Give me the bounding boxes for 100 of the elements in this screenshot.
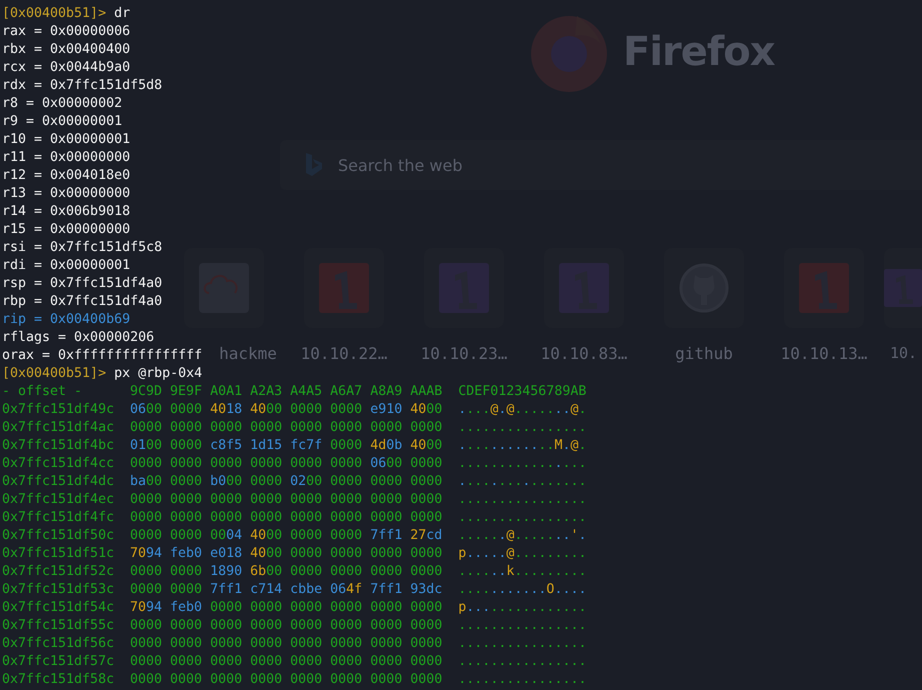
hex-word: 0000	[250, 635, 282, 653]
hex-word: 0000	[210, 653, 242, 671]
column-header: A6A7	[330, 383, 362, 401]
ascii-text: ................	[458, 653, 586, 671]
register-line: rax = 0x00000006	[2, 23, 130, 41]
offset-address: 0x7ffc151df54c	[2, 599, 114, 617]
hex-word: 0000	[330, 509, 362, 527]
hex-word: 0000	[170, 635, 202, 653]
hex-word: 0000	[410, 419, 442, 437]
hex-word: 0000	[250, 419, 282, 437]
hex-word: 0000	[250, 491, 282, 509]
hex-word: 0600	[130, 401, 162, 419]
hex-word: 0000	[170, 617, 202, 635]
hex-word: 0000	[370, 671, 402, 689]
shortcut-label[interactable]: 10.10.22…	[300, 344, 388, 363]
hex-word: 0000	[370, 617, 402, 635]
column-header: 9C9D	[130, 383, 162, 401]
shortcut-label[interactable]: 10.10.83…	[540, 344, 628, 363]
ascii-text: ................	[458, 491, 586, 509]
hex-word: 0000	[210, 491, 242, 509]
hex-word: 0000	[290, 455, 322, 473]
hex-word: 0000	[210, 617, 242, 635]
offset-address: 0x7ffc151df50c	[2, 527, 114, 545]
register-line: r12 = 0x004018e0	[2, 167, 130, 185]
hex-word: 0000	[250, 473, 282, 491]
shortcut-label[interactable]: hackme	[219, 344, 277, 363]
hex-word: c714	[250, 581, 282, 599]
ascii-text: ....@.@.......@.	[458, 401, 586, 419]
column-header: A0A1	[210, 383, 242, 401]
hex-word: 1d15	[250, 437, 282, 455]
register-line: rdx = 0x7ffc151df5d8	[2, 77, 162, 95]
ascii-text: ......@.......'.	[458, 527, 586, 545]
offset-address: 0x7ffc151df4dc	[2, 473, 114, 491]
hex-word: 0000	[370, 599, 402, 617]
ascii-text: ................	[458, 617, 586, 635]
hex-word: 0000	[290, 599, 322, 617]
hex-word: 0000	[330, 599, 362, 617]
register-line: rflags = 0x00000206	[2, 329, 154, 347]
hex-word: 0000	[170, 419, 202, 437]
hex-word: 0200	[290, 473, 322, 491]
hex-word: 0000	[170, 509, 202, 527]
hex-word: 0000	[330, 491, 362, 509]
hex-word: 0000	[330, 671, 362, 689]
hex-word: 0000	[290, 671, 322, 689]
column-header: A2A3	[250, 383, 282, 401]
hex-word: 0000	[250, 599, 282, 617]
ascii-text: p.....@.........	[458, 545, 586, 563]
hex-word: 0000	[170, 653, 202, 671]
hex-word: 0000	[130, 671, 162, 689]
hex-word: 0000	[130, 653, 162, 671]
hex-word: 0000	[210, 671, 242, 689]
hex-word: 0000	[370, 491, 402, 509]
offset-address: 0x7ffc151df4ac	[2, 419, 114, 437]
hex-word: 0000	[290, 527, 322, 545]
shortcut-label[interactable]: 10.10.13…	[780, 344, 868, 363]
hex-word: 0000	[410, 455, 442, 473]
ascii-text: ................	[458, 635, 586, 653]
hex-word: 27cd	[410, 527, 442, 545]
hex-word: 0000	[330, 473, 362, 491]
search-field[interactable]: Search the web	[336, 154, 640, 176]
register-line: rip = 0x00400b69	[2, 311, 130, 329]
shortcut-label[interactable]: github	[675, 344, 733, 363]
ascii-text: ................	[458, 473, 586, 491]
hex-word: 0000	[170, 671, 202, 689]
hex-word: 0000	[290, 419, 322, 437]
hex-word: 064f	[330, 581, 362, 599]
hex-word: 7ff1	[370, 527, 402, 545]
hex-word: 7094	[130, 599, 162, 617]
hex-word: 4000	[250, 401, 282, 419]
hex-word: 0000	[370, 419, 402, 437]
hex-word: 0000	[290, 401, 322, 419]
hex-word: 0000	[330, 653, 362, 671]
hex-word: 0000	[130, 455, 162, 473]
column-header: AAAB	[410, 383, 442, 401]
column-header: A8A9	[370, 383, 402, 401]
register-line: orax = 0xffffffffffffffff	[2, 347, 202, 365]
hex-word: 0000	[330, 563, 362, 581]
hex-word: 7ff1	[370, 581, 402, 599]
hex-word: 0000	[130, 491, 162, 509]
offset-address: 0x7ffc151df4fc	[2, 509, 114, 527]
hex-word: 4000	[250, 527, 282, 545]
register-line: rbx = 0x00400400	[2, 41, 130, 59]
hex-word: 6b00	[250, 563, 282, 581]
hex-word: 0000	[130, 509, 162, 527]
offset-address: 0x7ffc151df58c	[2, 671, 114, 689]
hex-word: 0000	[290, 617, 322, 635]
hex-word: 0000	[130, 581, 162, 599]
register-line: rcx = 0x0044b9a0	[2, 59, 130, 77]
hex-word: 0000	[170, 491, 202, 509]
hex-word: 0000	[330, 419, 362, 437]
hex-word: 0000	[290, 563, 322, 581]
register-line: r11 = 0x00000000	[2, 149, 130, 167]
shortcut-label[interactable]: 10.	[890, 344, 918, 362]
hex-word: 0000	[130, 527, 162, 545]
offset-address: 0x7ffc151df51c	[2, 545, 114, 563]
hex-word: 0000	[130, 563, 162, 581]
offset-address: 0x7ffc151df53c	[2, 581, 114, 599]
ascii-text: ................	[458, 419, 586, 437]
hex-word: 0000	[330, 437, 362, 455]
shortcut-label[interactable]: 10.10.23…	[420, 344, 508, 363]
